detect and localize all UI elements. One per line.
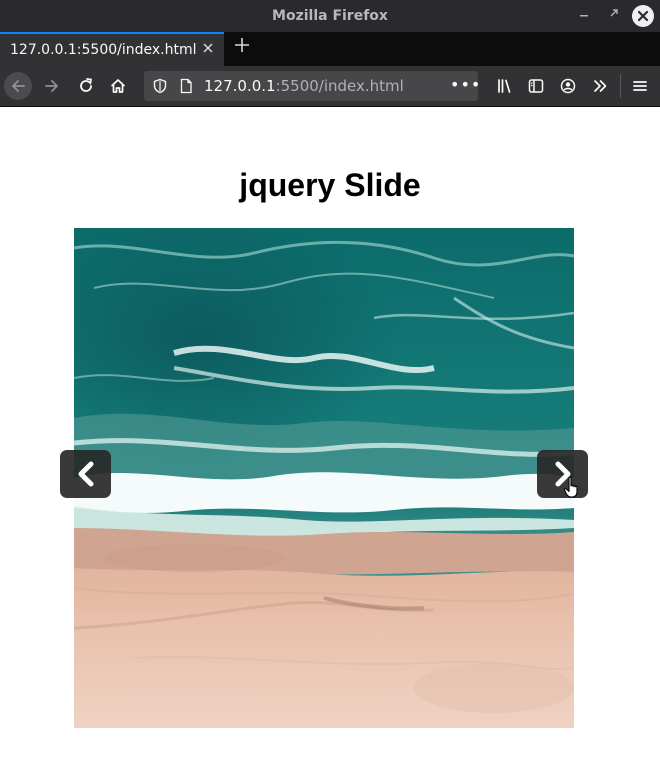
window-title: Mozilla Firefox [272, 8, 388, 24]
minimize-icon[interactable] [574, 6, 594, 26]
new-tab-icon[interactable] [230, 36, 254, 60]
url-host: 127.0.0.1 [204, 77, 276, 95]
account-icon[interactable] [554, 72, 582, 100]
page-heading: jquery Slide [239, 167, 421, 203]
tab-strip: 127.0.0.1:5500/index.html [0, 32, 660, 66]
url-path: :5500/index.html [275, 77, 404, 95]
tab-close-icon[interactable] [200, 42, 216, 58]
slide-image-beach [74, 228, 574, 728]
slide-prev-button[interactable] [60, 450, 111, 498]
hamburger-menu-icon[interactable] [626, 72, 654, 100]
navigation-toolbar: 127.0.0.1:5500/index.html ••• [0, 66, 660, 107]
forward-arrow-icon[interactable] [38, 72, 66, 100]
chevron-left-icon [78, 461, 93, 487]
url-text[interactable]: 127.0.0.1:5500/index.html [204, 71, 404, 101]
home-icon[interactable] [104, 72, 132, 100]
window-titlebar: Mozilla Firefox [0, 0, 660, 32]
maximize-icon[interactable] [604, 6, 624, 26]
tab-title: 127.0.0.1:5500/index.html [10, 42, 197, 58]
close-window-icon[interactable] [632, 5, 654, 27]
sidebar-icon[interactable] [522, 72, 550, 100]
page-content: jquery Slide [0, 107, 660, 783]
page-actions-icon[interactable]: ••• [450, 71, 481, 101]
tab-active[interactable]: 127.0.0.1:5500/index.html [0, 32, 224, 66]
url-bar[interactable]: 127.0.0.1:5500/index.html ••• [144, 71, 481, 101]
back-arrow-icon[interactable] [4, 72, 32, 100]
toolbar-separator [620, 74, 621, 98]
tracking-protection-shield-icon[interactable] [152, 78, 168, 94]
page-info-icon[interactable] [178, 78, 194, 94]
overflow-chevron-icon[interactable] [586, 72, 614, 100]
library-icon[interactable] [491, 72, 519, 100]
hand-pointer-cursor-icon [563, 476, 583, 498]
reload-icon[interactable] [72, 72, 100, 100]
